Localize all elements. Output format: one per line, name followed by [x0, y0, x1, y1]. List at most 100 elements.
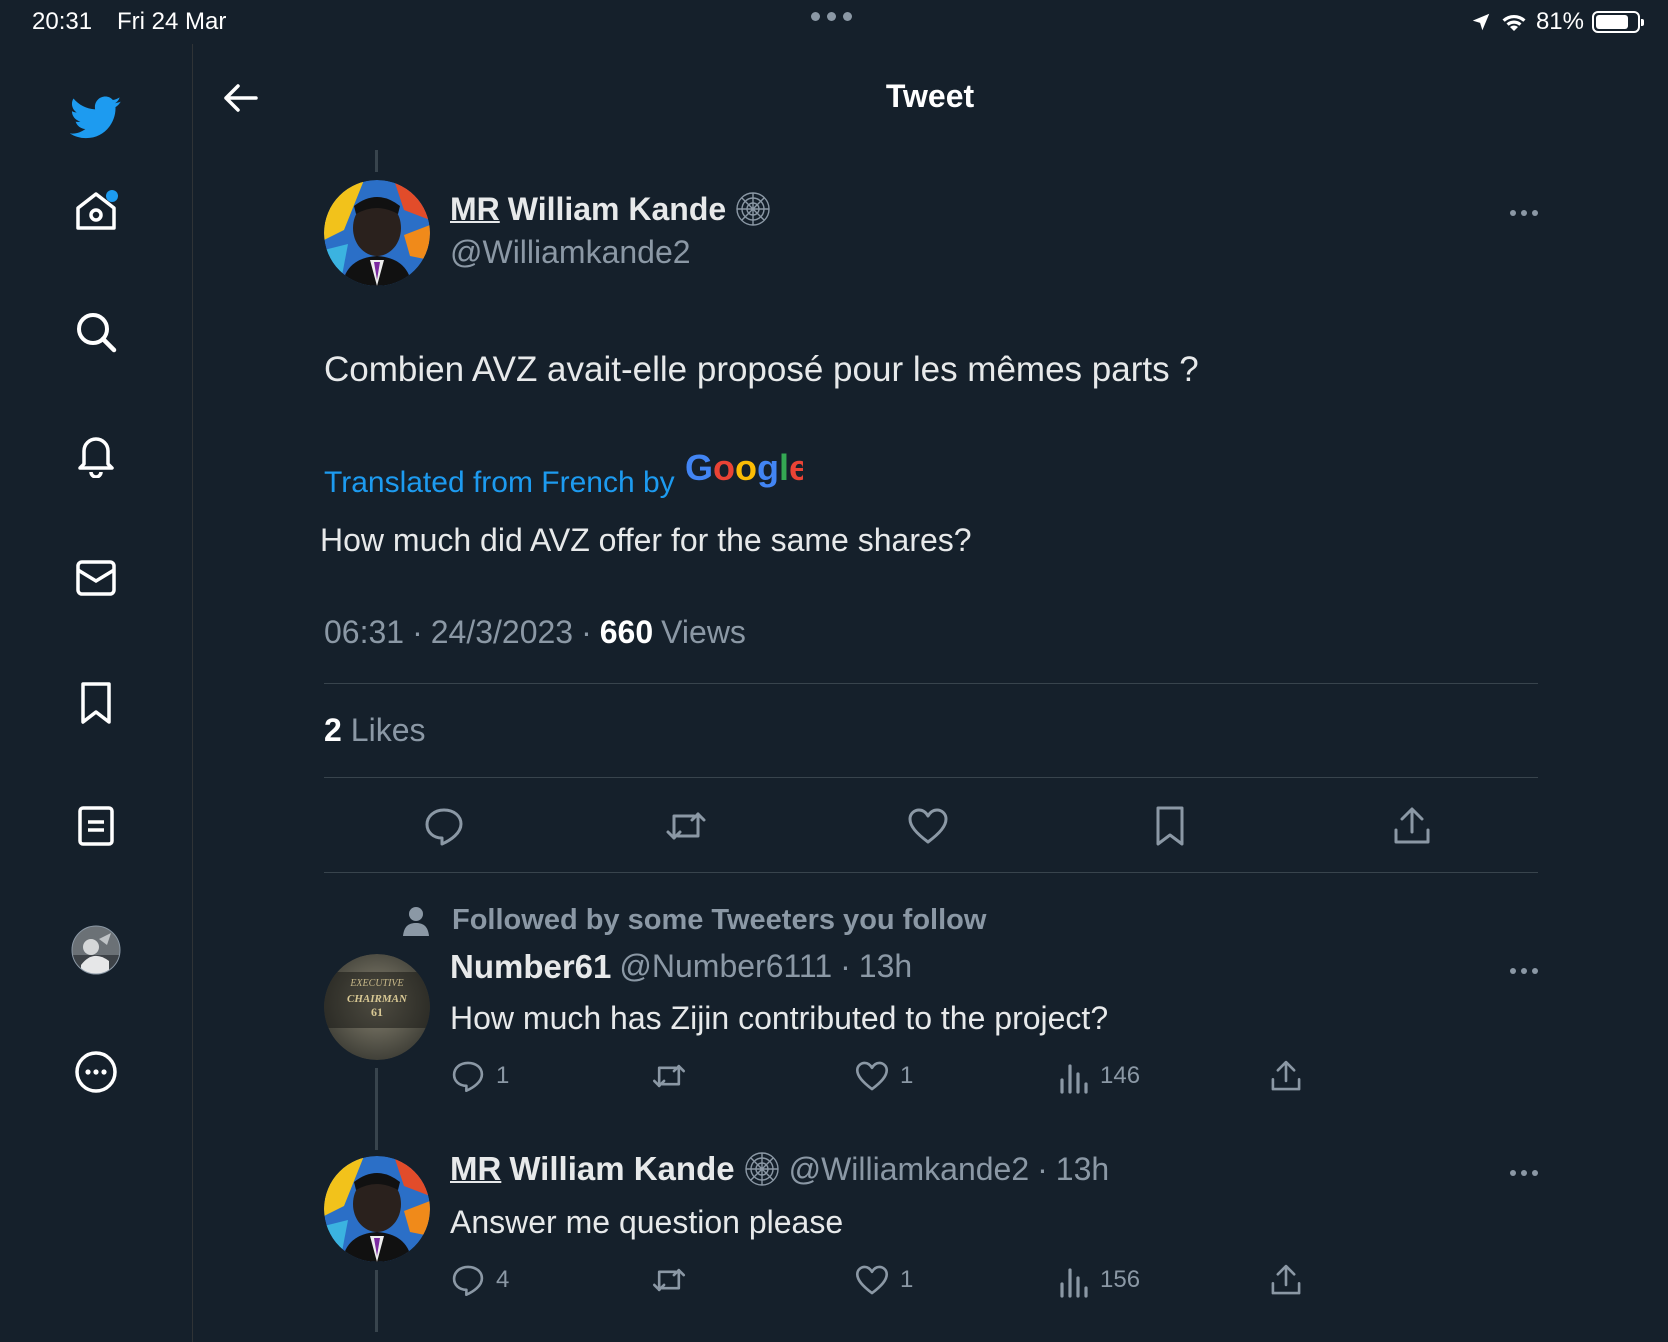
reply-text: Answer me question please [450, 1204, 844, 1240]
search-icon[interactable] [70, 306, 122, 358]
tweet-meta: 06:31 · 24/3/2023 · 660 Views [324, 614, 746, 651]
bookmark-icon[interactable] [70, 676, 122, 728]
divider [324, 872, 1538, 873]
reply-retweet-button[interactable] [650, 1058, 688, 1094]
reply-icon [452, 1061, 484, 1093]
status-right: 81% [1470, 8, 1644, 36]
reply-author-name[interactable]: Number61 [450, 948, 611, 986]
translated-text: How much did AVZ offer for the same shar… [320, 522, 972, 558]
like-heart-icon [855, 1061, 889, 1091]
tweet-more-icon[interactable] [1510, 210, 1538, 216]
likes-stat[interactable]: 2 Likes [324, 712, 426, 749]
meta-separator: · [581, 614, 592, 650]
translation-attribution[interactable]: Translated from French by Google [324, 448, 803, 500]
divider [324, 777, 1538, 778]
tweet-time[interactable]: 06:31 [324, 614, 404, 651]
retweet-icon [652, 1064, 686, 1088]
views-chart-icon [1060, 1268, 1088, 1298]
author-handle[interactable]: @Williamkande2 [450, 234, 691, 271]
reply-author-handle[interactable]: @Number6111 [619, 948, 832, 986]
reply-author-name[interactable]: William Kande [509, 1150, 734, 1188]
tweet-date[interactable]: 24/3/2023 [431, 614, 573, 651]
views-chart-icon [1060, 1064, 1088, 1094]
status-time: 20:31 [32, 8, 93, 35]
like-heart-icon [855, 1265, 889, 1295]
social-context: Followed by some Tweeters you follow [402, 904, 986, 937]
profile-avatar[interactable] [70, 924, 122, 976]
reply-author-prefix: MR [450, 1150, 502, 1187]
social-context-label: Followed by some Tweeters you follow [452, 904, 987, 936]
translated-label[interactable]: Translated from French by [324, 466, 675, 500]
reply-author-handle[interactable]: @Williamkande2 [789, 1151, 1030, 1188]
twitter-logo-icon[interactable] [70, 92, 122, 144]
like-heart-icon[interactable] [906, 804, 950, 848]
status-date: Fri 24 Mar [117, 8, 227, 35]
reply-reply-button[interactable]: 1 [450, 1058, 509, 1094]
retweet-icon [652, 1268, 686, 1292]
battery-percent: 81% [1535, 8, 1584, 35]
thread-connector [375, 1270, 378, 1332]
home-icon[interactable] [70, 184, 122, 236]
retweet-icon[interactable] [664, 804, 708, 848]
reply-count: 1 [496, 1062, 510, 1089]
notifications-bell-icon[interactable] [70, 428, 122, 480]
meta-separator: · [840, 948, 851, 984]
reply-avatar[interactable]: EXECUTIVE CHAIRMAN 61 [324, 954, 430, 1060]
battery-icon [1592, 11, 1644, 33]
reply-icon [452, 1265, 484, 1297]
thread-connector [375, 150, 378, 172]
reply-age[interactable]: 13h [859, 948, 912, 986]
like-count: 1 [900, 1266, 914, 1293]
meta-separator: · [1037, 1150, 1048, 1187]
views-count: 660 [599, 614, 654, 650]
view-count: 156 [1100, 1266, 1141, 1293]
reply-count: 4 [496, 1266, 510, 1293]
reply-age[interactable]: 13h [1056, 1151, 1109, 1188]
more-circle-icon[interactable] [70, 1046, 122, 1098]
avatar-text-line: EXECUTIVE [349, 978, 403, 989]
reply-icon[interactable] [422, 804, 466, 848]
bookmark-action-icon[interactable] [1148, 804, 1192, 848]
reply-header: MR William Kande @Williamkande2 · 13h [450, 1150, 1109, 1188]
like-count: 1 [900, 1062, 914, 1089]
page-title: Tweet [885, 78, 975, 114]
sidebar [0, 44, 193, 1342]
reply-share-button[interactable] [1268, 1262, 1304, 1298]
reply-like-button[interactable]: 1 [854, 1058, 913, 1094]
author-name-prefix: MR [450, 190, 500, 227]
meta-separator: · [412, 614, 423, 650]
multitasking-dots-icon[interactable] [811, 12, 852, 21]
thread-connector [375, 1068, 378, 1150]
google-logo: Google [685, 448, 803, 488]
views-label: Views [661, 614, 746, 650]
author-avatar[interactable] [324, 180, 430, 286]
back-arrow-icon[interactable] [218, 76, 270, 120]
reply-more-icon[interactable] [1510, 1170, 1538, 1176]
reply-share-button[interactable] [1268, 1058, 1304, 1094]
author-name[interactable]: William Kande [508, 191, 726, 228]
location-arrow-icon [1472, 13, 1490, 31]
reply-views-button[interactable]: 156 [1058, 1262, 1140, 1298]
tweet-text: Combien AVZ avait-elle proposé pour les … [324, 350, 1199, 389]
author-name-row: MR William Kande [450, 190, 772, 228]
divider [324, 683, 1538, 684]
spider-web-icon [736, 192, 770, 226]
reply-header: Number61 @Number6111 · 13h [450, 948, 912, 986]
share-icon [1271, 1264, 1301, 1295]
lists-icon[interactable] [70, 800, 122, 852]
reply-more-icon[interactable] [1510, 968, 1538, 974]
reply-avatar[interactable] [324, 1156, 430, 1262]
share-icon[interactable] [1390, 804, 1434, 848]
share-icon [1271, 1060, 1301, 1091]
person-icon [403, 906, 429, 936]
avatar-text-line: CHAIRMAN [347, 993, 408, 1005]
messages-mail-icon[interactable] [70, 552, 122, 604]
reply-views-button[interactable]: 146 [1058, 1058, 1140, 1094]
reply-retweet-button[interactable] [650, 1262, 688, 1298]
reply-reply-button[interactable]: 4 [450, 1262, 509, 1298]
likes-label: Likes [350, 712, 426, 748]
reply-text: How much has Zijin contributed to the pr… [450, 1000, 1109, 1036]
reply-like-button[interactable]: 1 [854, 1262, 913, 1298]
view-count: 146 [1100, 1062, 1141, 1089]
svg-text:Google: Google [685, 448, 803, 488]
